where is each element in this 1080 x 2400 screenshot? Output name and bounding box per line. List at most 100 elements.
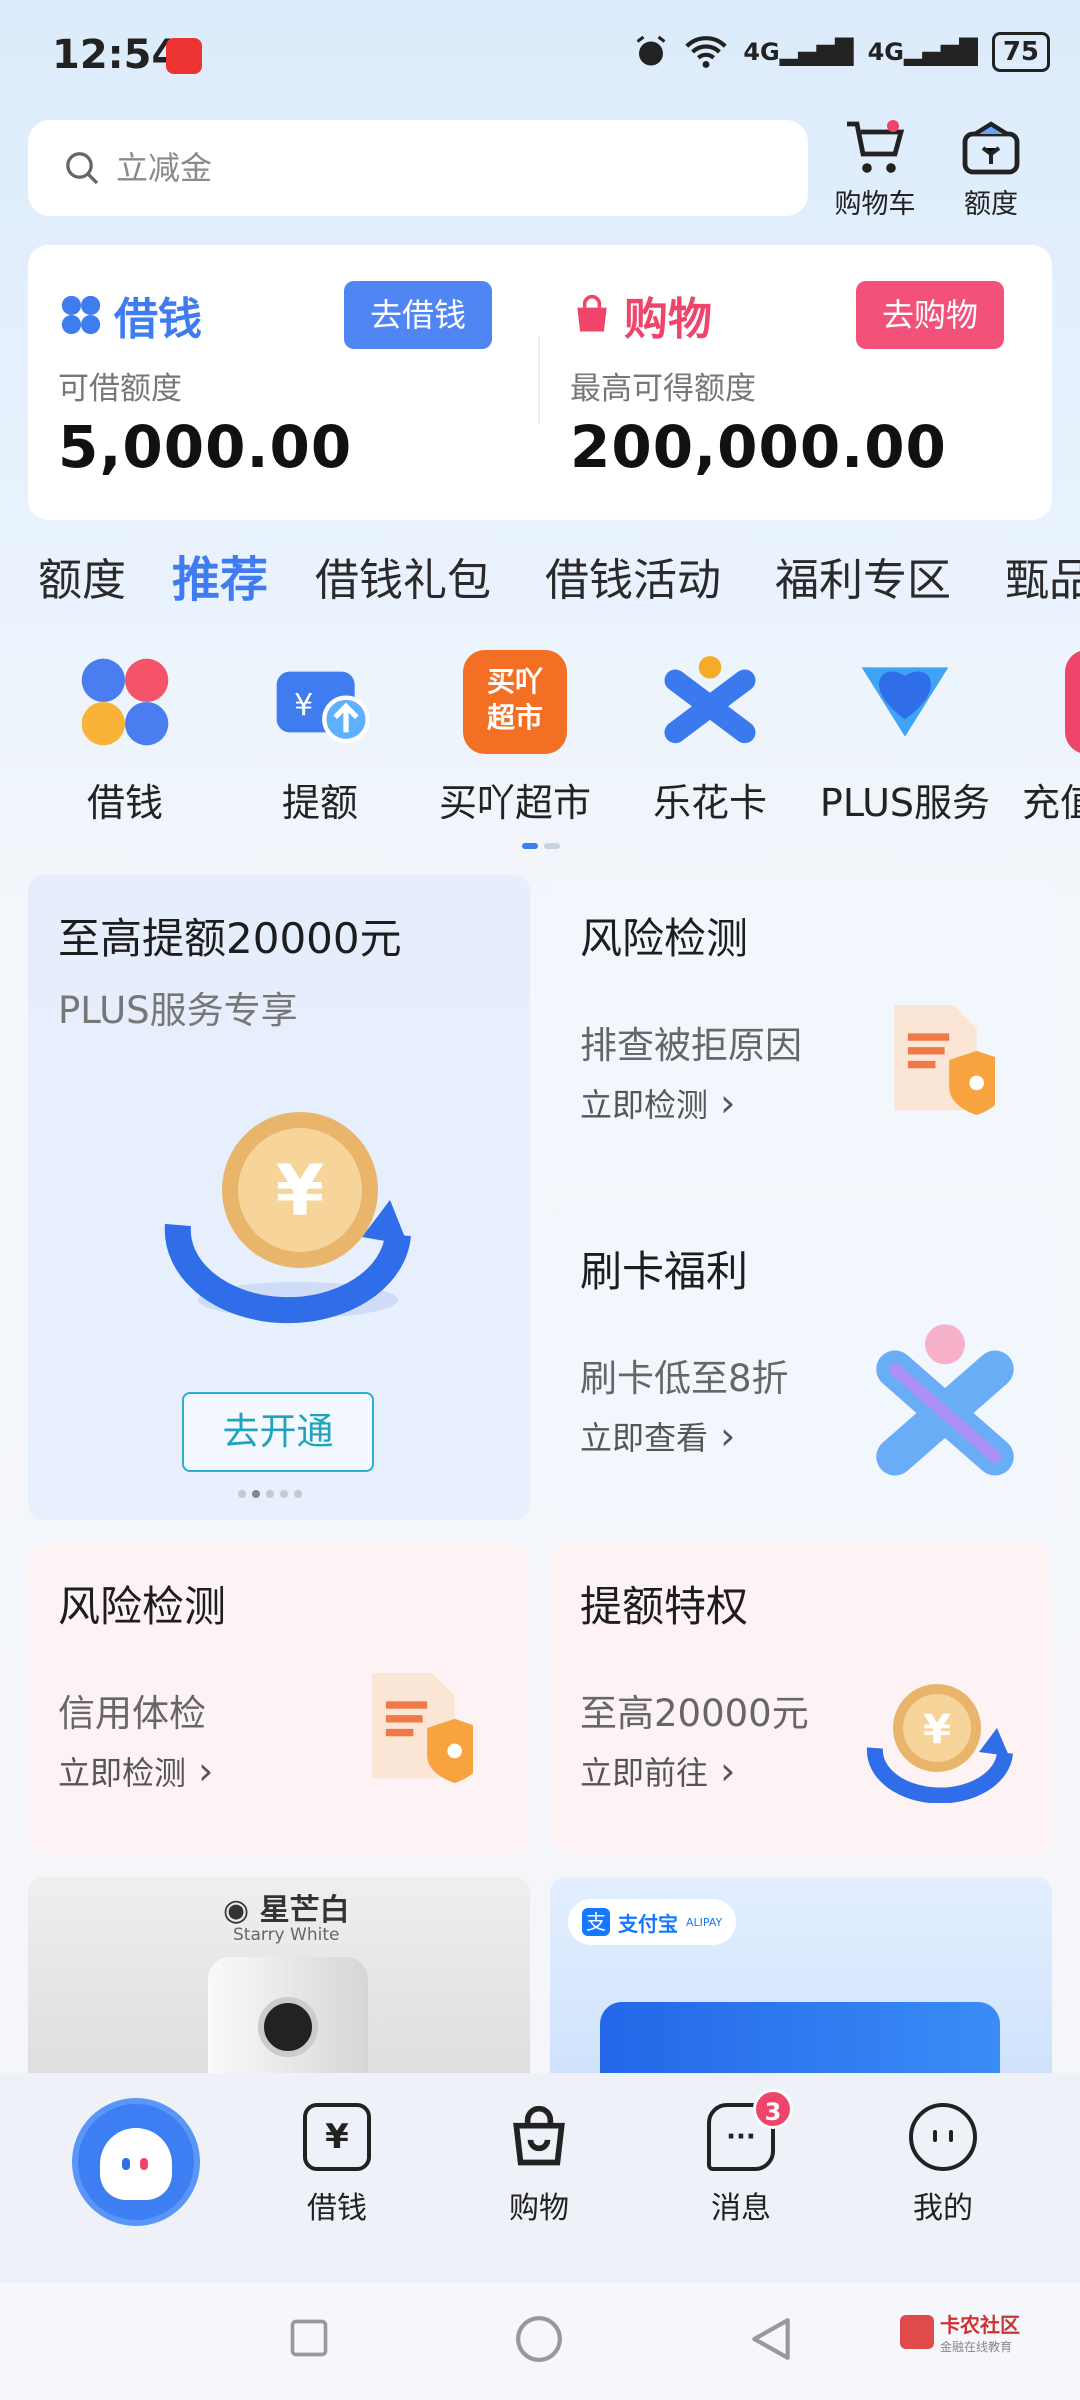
cart-label: 购物车 <box>834 189 916 220</box>
bottom-nav: ¥ 借钱 购物 ··· 3 消息 我的 <box>0 2073 1080 2283</box>
credit-check-title: 风险检测 <box>58 1582 227 1631</box>
coin-refresh-icon: ¥ <box>866 1684 1013 1803</box>
nav-messages[interactable]: ··· 3 消息 <box>676 2089 806 2227</box>
go-shop-button[interactable]: 去购物 <box>856 281 1005 349</box>
shop-section: 购物 去购物 最高可得额度 200,000.00 <box>540 245 1052 520</box>
nav-borrow-label: 借钱 <box>307 2191 367 2226</box>
supermarket-icon: 买吖 超市 <box>463 650 567 754</box>
quick-item-plus[interactable]: PLUS服务 <box>815 640 995 827</box>
recents-icon[interactable] <box>287 2316 331 2360</box>
tab-welfare[interactable]: 福利专区 <box>775 544 951 608</box>
credit-check-card[interactable]: 风险检测 信用体检 立即检测 <box>28 1543 530 1853</box>
risk-check-link[interactable]: 立即检测 <box>580 1080 735 1126</box>
clover-icon <box>73 650 177 754</box>
search-icon <box>66 152 99 185</box>
credit-check-link[interactable]: 立即检测 <box>58 1748 213 1794</box>
signal-2-icon: 4G▂▄▆█ <box>867 38 978 66</box>
coin-symbol: ¥ <box>276 1150 325 1232</box>
yuan-icon: ¥ <box>303 2103 371 2171</box>
cart-icon <box>847 120 905 173</box>
quick-nav-pager <box>522 843 560 849</box>
quick-item-borrow[interactable]: 借钱 <box>35 640 215 827</box>
quota-privilege-card[interactable]: 提额特权 至高20000元 立即前往 ¥ <box>550 1543 1052 1853</box>
battery-icon: 75 <box>991 32 1050 72</box>
phone-image <box>208 1957 368 2077</box>
alipay-card-image <box>600 2002 1000 2077</box>
category-tabs: 额度 推荐 借钱礼包 借钱活动 福利专区 甄品 <box>0 530 1080 620</box>
nav-borrow[interactable]: ¥ 借钱 <box>272 2103 402 2227</box>
status-icons: 4G▂▄▆█ 4G▂▄▆█ 75 <box>633 32 1050 72</box>
notification-app-icon <box>166 38 202 74</box>
lehua-glass-icon <box>876 1324 1014 1476</box>
home-icon[interactable] <box>514 2314 564 2364</box>
quota-privilege-subtitle: 至高20000元 <box>580 1692 809 1735</box>
back-icon[interactable] <box>746 2314 796 2364</box>
watermark-logo-icon <box>900 2315 934 2349</box>
nav-mine[interactable]: 我的 <box>878 2103 1008 2227</box>
card-benefit-link[interactable]: 立即查看 <box>580 1413 735 1459</box>
alipay-logo: 支 支付宝 ALIPAY <box>568 1899 737 1945</box>
message-icon: ··· 3 <box>707 2089 793 2171</box>
activate-button[interactable]: 去开通 <box>182 1392 374 1472</box>
card-benefit-subtitle: 刷卡低至8折 <box>580 1357 789 1400</box>
quota-summary-card: 借钱 去借钱 可借额度 5,000.00 购物 去购物 最高可得额度 200,0… <box>28 245 1052 520</box>
phone-banner-sublabel: Starry White <box>233 1925 340 1945</box>
shop-subtitle: 最高可得额度 <box>570 371 756 407</box>
shopping-bag-icon <box>505 2103 573 2171</box>
nav-shop[interactable]: 购物 <box>474 2103 604 2227</box>
system-nav-bar: 卡农社区 金融在线教育 <box>0 2283 1080 2400</box>
shop-title: 购物 <box>570 283 712 347</box>
shopping-bag-icon <box>577 294 607 332</box>
risk-check-card[interactable]: 风险检测 排查被拒原因 立即检测 <box>550 875 1052 1183</box>
quota-privilege-link[interactable]: 立即前往 <box>580 1748 735 1794</box>
alipay-banner[interactable]: 支 支付宝 ALIPAY <box>550 1877 1052 2077</box>
document-shield-icon <box>894 1005 995 1115</box>
watermark: 卡农社区 金融在线教育 <box>900 2309 1020 2355</box>
alarm-icon <box>636 35 666 66</box>
tab-borrow-gift[interactable]: 借钱礼包 <box>315 544 491 608</box>
cart-button[interactable]: 购物车 <box>820 118 930 221</box>
quick-item-lehua[interactable]: 乐花卡 <box>620 640 800 827</box>
recharge-icon <box>1065 650 1080 754</box>
promo-main-title: 至高提额20000元 <box>58 914 402 963</box>
tab-borrow-activity[interactable]: 借钱活动 <box>545 544 721 608</box>
nav-mine-label: 我的 <box>913 2191 973 2226</box>
nav-messages-label: 消息 <box>711 2191 771 2226</box>
quick-item-supermarket[interactable]: 买吖 超市 买吖超市 <box>425 640 605 827</box>
status-bar: 12:54 4G▂▄▆█ 4G▂▄▆█ 75 <box>0 0 1080 110</box>
status-time: 12:54 <box>52 32 180 78</box>
promo-carousel-dots <box>238 1490 302 1498</box>
wifi-icon <box>685 36 728 68</box>
risk-check-subtitle: 排查被拒原因 <box>580 1024 802 1067</box>
assistant-mascot-icon <box>100 2128 172 2200</box>
quota-privilege-title: 提额特权 <box>580 1582 749 1631</box>
quick-item-recharge[interactable]: 充值 <box>1010 640 1080 827</box>
assistant-avatar-button[interactable] <box>72 2098 200 2226</box>
credit-check-subtitle: 信用体检 <box>58 1692 206 1735</box>
borrow-title: 借钱 <box>58 283 202 347</box>
tab-select[interactable]: 甄品 <box>1005 544 1080 608</box>
profile-icon <box>909 2103 977 2171</box>
plus-service-icon <box>853 650 957 754</box>
phone-banner-label: ◉ 星芒白 <box>223 1893 350 1928</box>
go-borrow-button[interactable]: 去借钱 <box>344 281 493 349</box>
promo-main-card[interactable]: 至高提额20000元 PLUS服务专享 ¥ 去开通 <box>28 875 530 1520</box>
card-benefit-title: 刷卡福利 <box>580 1247 749 1296</box>
borrow-subtitle: 可借额度 <box>58 371 182 407</box>
quick-nav: 借钱 ¥ 提额 买吖 超市 买吖超市 乐花卡 PLUS服务 充值 <box>0 640 1080 840</box>
wallet-icon <box>962 121 1020 175</box>
shop-amount: 200,000.00 <box>570 413 947 481</box>
message-badge: 3 <box>753 2089 793 2129</box>
quick-item-raise[interactable]: ¥ 提额 <box>230 640 410 827</box>
card-benefit-card[interactable]: 刷卡福利 刷卡低至8折 立即查看 <box>550 1208 1052 1520</box>
quota-button[interactable]: 额度 <box>936 118 1046 221</box>
quota-label: 额度 <box>964 189 1018 220</box>
tab-recommend[interactable]: 推荐 <box>172 540 268 610</box>
search-bar[interactable] <box>28 120 808 216</box>
clover-icon <box>61 295 101 335</box>
search-input[interactable] <box>116 149 716 187</box>
nav-shop-label: 购物 <box>509 2191 569 2226</box>
signal-1-icon: 4G▂▄▆█ <box>743 38 854 66</box>
tab-quota[interactable]: 额度 <box>38 544 126 608</box>
phone-banner[interactable]: ◉ 星芒白 Starry White <box>28 1877 530 2077</box>
